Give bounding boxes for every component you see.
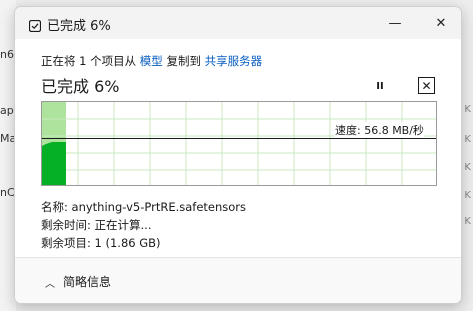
title-bar[interactable]: 已完成 6% — ✕ (15, 7, 461, 39)
fewer-details-button[interactable]: 简略信息 (63, 273, 111, 290)
speed-label: 速度: 56.8 MB/秒 (335, 122, 424, 138)
minimize-button[interactable]: — (379, 11, 411, 35)
time-remaining: 剩余时间: 正在计算... (41, 218, 152, 232)
file-name: 名称: anything-v5-PrtRE.safetensors (41, 200, 247, 214)
window-title: 已完成 6% (47, 19, 111, 34)
copy-progress-icon (28, 17, 42, 33)
dialog-body: 正在将 1 个项目从 模型 复制到 共享服务器 已完成 6% II ✕ 速度: … (15, 39, 461, 257)
background-text: n6 (0, 48, 14, 61)
copy-description: 正在将 1 个项目从 模型 复制到 共享服务器 (41, 53, 262, 69)
copy-progress-dialog: 已完成 6% — ✕ 正在将 1 个项目从 模型 复制到 共享服务器 已完成 6… (14, 6, 462, 304)
speed-graph: 速度: 56.8 MB/秒 (41, 101, 437, 186)
copy-prefix: 正在将 1 个项目从 (41, 54, 137, 68)
source-folder-link[interactable]: 模型 (140, 54, 163, 68)
speed-line (42, 138, 436, 139)
cancel-button[interactable]: ✕ (418, 77, 435, 94)
background-text: nC (0, 186, 15, 199)
graph-grid (42, 102, 436, 185)
throughput-area (42, 142, 66, 185)
close-button[interactable]: ✕ (425, 11, 457, 35)
pause-button[interactable]: II (373, 79, 387, 93)
destination-folder-link[interactable]: 共享服务器 (205, 54, 263, 68)
chevron-up-icon[interactable]: ︿ (45, 275, 55, 290)
items-remaining: 剩余项目: 1 (1.86 GB) (41, 236, 161, 250)
copy-middle: 复制到 (166, 54, 201, 68)
progress-status: 已完成 6% (41, 77, 120, 96)
footer: ︿ 简略信息 (15, 258, 461, 303)
